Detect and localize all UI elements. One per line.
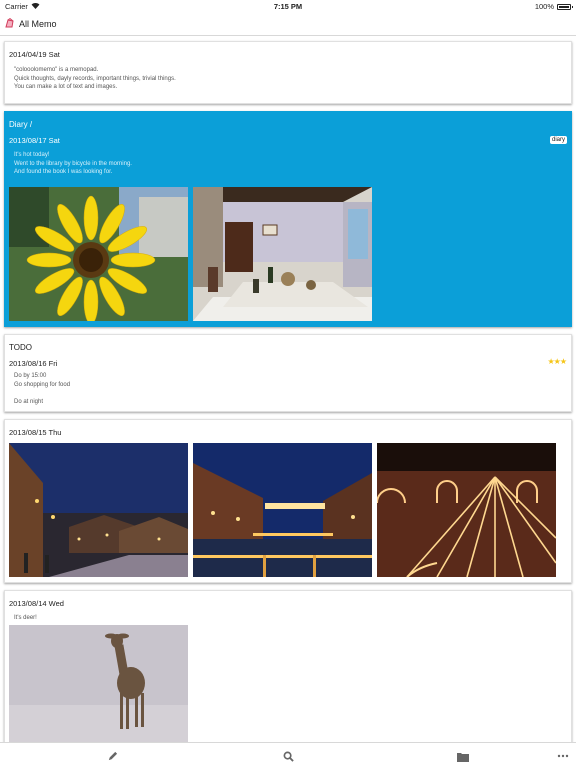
search-icon[interactable] — [281, 749, 295, 763]
memo-line: It's hot today! — [14, 152, 50, 158]
memo-category: Diary / — [9, 120, 33, 129]
bottom-toolbar — [0, 742, 576, 768]
sunflower-photo[interactable] — [9, 187, 188, 321]
memo-text: Do by 15:00 Go shopping for food Do at n… — [14, 372, 70, 406]
canal-bridge-photo[interactable] — [193, 443, 372, 577]
memo-app-icon[interactable] — [5, 15, 15, 33]
page-title: All Memo — [19, 19, 57, 29]
more-icon[interactable] — [556, 749, 570, 763]
memo-line: You can make a lot of text and images. — [14, 84, 118, 90]
status-bar: Carrier 7:15 PM 100% — [0, 0, 576, 13]
battery-icon — [557, 3, 573, 10]
deer-photo[interactable] — [9, 625, 188, 742]
rating-stars: ★★★ — [547, 357, 566, 366]
memo-date: 2013/08/17 Sat — [9, 136, 60, 145]
status-time: 7:15 PM — [273, 2, 303, 11]
night-street-photo[interactable] — [9, 443, 188, 577]
memo-line: It's deer! — [14, 615, 37, 621]
memo-line: And found the book I was looking for. — [14, 169, 113, 175]
category-tag[interactable]: diary — [549, 136, 567, 144]
memo-card[interactable]: 2013/08/14 Wed It's deer! — [4, 590, 572, 742]
memo-date: 2013/08/15 Thu — [9, 428, 62, 437]
memo-line: "colooolomemo" is a memopad. — [14, 67, 99, 73]
memo-line: Go shopping for food — [14, 381, 71, 388]
memo-category: TODO — [9, 343, 32, 352]
memo-card[interactable]: TODO 2013/08/16 Fri ★★★ Do by 15:00 Go s… — [4, 334, 572, 412]
battery-percent: 100% — [534, 2, 554, 11]
nav-bar: All Memo — [0, 13, 576, 36]
memo-line: Went to the library by bicycle in the mo… — [14, 160, 132, 167]
memo-card[interactable]: 2014/04/19 Sat "colooolomemo" is a memop… — [4, 41, 572, 104]
memo-line: Do at night — [14, 398, 44, 405]
memo-text: It's deer! — [14, 614, 37, 623]
memo-text: "colooolomemo" is a memopad. Quick thoug… — [14, 66, 176, 92]
memo-date: 2014/04/19 Sat — [9, 50, 60, 59]
memo-list[interactable]: 2014/04/19 Sat "colooolomemo" is a memop… — [0, 36, 576, 742]
memo-line: Quick thoughts, dayly records, important… — [14, 75, 176, 82]
memo-date: 2013/08/16 Fri — [9, 359, 58, 368]
wifi-icon — [31, 2, 40, 11]
brick-lights-photo[interactable] — [377, 443, 556, 577]
folder-icon[interactable] — [456, 749, 470, 763]
memo-line: Do by 15:00 — [14, 373, 47, 379]
memo-card[interactable]: Diary / 2013/08/17 Sat diary It's hot to… — [4, 111, 572, 327]
memo-line — [14, 389, 70, 398]
memo-card[interactable]: 2013/08/15 Thu — [4, 419, 572, 583]
memo-text: It's hot today! Went to the library by b… — [14, 151, 132, 177]
compose-icon[interactable] — [105, 749, 119, 763]
carrier-label: Carrier — [5, 2, 28, 11]
antique-room-photo[interactable] — [193, 187, 372, 321]
memo-date: 2013/08/14 Wed — [9, 599, 64, 608]
